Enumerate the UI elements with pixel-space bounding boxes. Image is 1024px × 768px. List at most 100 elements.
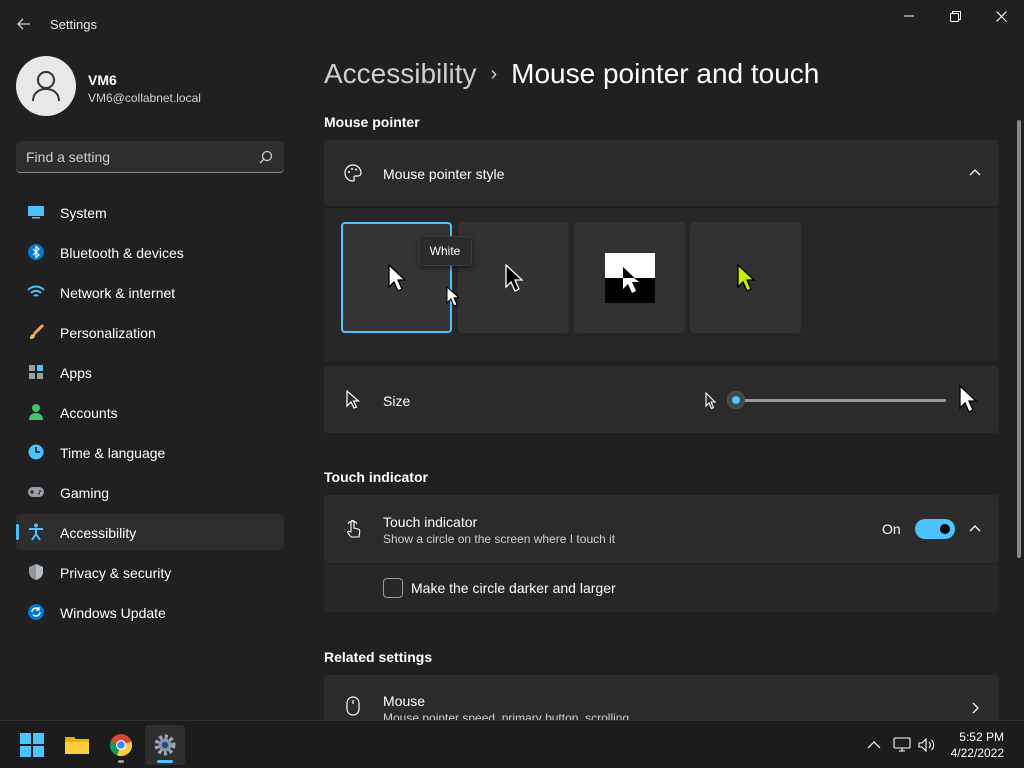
sidebar-item-personalization[interactable]: Personalization bbox=[16, 314, 284, 350]
title-bar: Settings bbox=[0, 0, 1024, 48]
size-slider-track[interactable] bbox=[735, 399, 946, 402]
chevron-up-icon[interactable] bbox=[864, 735, 884, 755]
size-label: Size bbox=[383, 393, 411, 409]
sidebar-item-accessibility[interactable]: Accessibility bbox=[16, 514, 284, 550]
pointer-option-black[interactable] bbox=[458, 222, 569, 333]
inverted-pointer-icon bbox=[604, 252, 655, 303]
apps-icon bbox=[27, 363, 45, 381]
section-title-related-settings: Related settings bbox=[324, 649, 433, 665]
search-box[interactable] bbox=[16, 141, 284, 173]
mouse-cursor-icon bbox=[446, 286, 459, 307]
breadcrumb: Accessibility › Mouse pointer and touch bbox=[324, 58, 819, 90]
user-name: VM6 bbox=[88, 72, 117, 88]
related-mouse-link[interactable]: Mouse Mouse pointer speed, primary butto… bbox=[324, 675, 999, 720]
touch-icon bbox=[343, 518, 363, 538]
minimize-button[interactable] bbox=[886, 0, 932, 32]
running-indicator bbox=[118, 760, 124, 763]
pointer-icon bbox=[343, 390, 363, 410]
sidebar-item-label: Privacy & security bbox=[60, 565, 172, 581]
section-title-touch-indicator: Touch indicator bbox=[324, 469, 428, 485]
close-button[interactable] bbox=[978, 0, 1024, 32]
touch-indicator-toggle[interactable] bbox=[915, 519, 955, 539]
restore-icon bbox=[949, 10, 961, 22]
settings-button[interactable] bbox=[145, 725, 185, 765]
pointer-option-custom[interactable] bbox=[690, 222, 801, 333]
system-icon bbox=[27, 203, 45, 221]
user-email: VM6@collabnet.local bbox=[88, 91, 201, 105]
size-slider-thumb[interactable] bbox=[727, 391, 745, 409]
gamepad-icon bbox=[27, 483, 45, 501]
custom-pointer-icon bbox=[736, 262, 756, 292]
sidebar-item-apps[interactable]: Apps bbox=[16, 354, 284, 390]
tooltip: White bbox=[418, 236, 472, 266]
breadcrumb-separator: › bbox=[490, 63, 498, 85]
gear-icon bbox=[154, 734, 176, 756]
chevron-up-icon[interactable] bbox=[968, 522, 982, 536]
avatar bbox=[16, 56, 76, 116]
app-title: Settings bbox=[50, 17, 97, 32]
sidebar-item-network[interactable]: Network & internet bbox=[16, 274, 284, 310]
sidebar-item-label: Network & internet bbox=[60, 285, 176, 301]
mouse-pointer-style-title: Mouse pointer style bbox=[383, 166, 505, 182]
accounts-icon bbox=[27, 403, 45, 421]
clock-icon bbox=[27, 443, 45, 461]
minimize-icon bbox=[904, 15, 914, 17]
toggle-state-label: On bbox=[882, 521, 901, 537]
windows-logo-icon bbox=[20, 733, 44, 757]
restore-button[interactable] bbox=[932, 0, 978, 32]
pointer-option-inverted[interactable] bbox=[574, 222, 685, 333]
clock-time: 5:52 PM bbox=[959, 730, 1004, 744]
touch-indicator-title: Touch indicator bbox=[383, 514, 478, 530]
sidebar-item-windows-update[interactable]: Windows Update bbox=[16, 594, 284, 630]
sidebar-item-label: Accounts bbox=[60, 405, 118, 421]
search-input[interactable] bbox=[26, 147, 246, 167]
palette-icon bbox=[343, 163, 363, 183]
mouse-icon bbox=[343, 696, 363, 716]
update-icon bbox=[27, 603, 45, 621]
mouse-pointer-style-header[interactable]: Mouse pointer style bbox=[324, 140, 999, 206]
clock[interactable]: 5:52 PM 4/22/2022 bbox=[951, 729, 1004, 761]
volume-icon[interactable] bbox=[917, 735, 937, 755]
sidebar-item-accounts[interactable]: Accounts bbox=[16, 394, 284, 430]
sidebar-item-label: Personalization bbox=[60, 325, 156, 341]
search-icon[interactable] bbox=[258, 149, 274, 165]
accessibility-icon bbox=[27, 523, 45, 541]
page-title: Mouse pointer and touch bbox=[511, 58, 820, 89]
chevron-up-icon[interactable] bbox=[968, 166, 982, 180]
scrollbar[interactable] bbox=[1017, 120, 1021, 558]
touch-indicator-subtitle: Show a circle on the screen where I touc… bbox=[383, 532, 616, 546]
network-icon[interactable] bbox=[892, 735, 912, 755]
section-title-mouse-pointer: Mouse pointer bbox=[324, 114, 420, 130]
sidebar-item-time-language[interactable]: Time & language bbox=[16, 434, 284, 470]
folder-icon bbox=[65, 737, 89, 754]
breadcrumb-parent-link[interactable]: Accessibility bbox=[324, 58, 476, 89]
sidebar-item-system[interactable]: System bbox=[16, 194, 284, 230]
sidebar-item-label: Accessibility bbox=[60, 525, 137, 541]
sidebar-nav: System Bluetooth & devices Network & int… bbox=[16, 194, 284, 634]
sidebar-item-bluetooth[interactable]: Bluetooth & devices bbox=[16, 234, 284, 270]
sidebar-item-label: System bbox=[60, 205, 107, 221]
sidebar-item-label: Bluetooth & devices bbox=[60, 245, 184, 261]
sidebar-item-privacy-security[interactable]: Privacy & security bbox=[16, 554, 284, 590]
sidebar-item-label: Time & language bbox=[60, 445, 166, 461]
file-explorer-button[interactable] bbox=[57, 725, 97, 765]
sidebar-item-label: Windows Update bbox=[60, 605, 166, 621]
chrome-button[interactable] bbox=[101, 725, 141, 765]
sidebar-item-label: Gaming bbox=[60, 485, 110, 501]
shield-icon bbox=[27, 563, 45, 581]
clock-date: 4/22/2022 bbox=[950, 746, 1004, 760]
brush-icon bbox=[27, 323, 45, 341]
back-arrow-icon bbox=[17, 18, 30, 30]
sidebar-item-gaming[interactable]: Gaming bbox=[16, 474, 284, 510]
start-button[interactable] bbox=[12, 725, 52, 765]
close-icon bbox=[995, 10, 1007, 22]
active-indicator bbox=[157, 760, 173, 763]
darker-circle-label: Make the circle darker and larger bbox=[411, 580, 616, 596]
chrome-icon bbox=[109, 734, 133, 757]
network-icon bbox=[27, 283, 45, 301]
person-icon bbox=[32, 71, 60, 102]
back-button[interactable] bbox=[10, 10, 38, 38]
darker-circle-checkbox[interactable] bbox=[383, 578, 403, 598]
pointer-style-options bbox=[324, 207, 999, 361]
related-mouse-subtitle: Mouse pointer speed, primary button, scr… bbox=[383, 711, 630, 720]
